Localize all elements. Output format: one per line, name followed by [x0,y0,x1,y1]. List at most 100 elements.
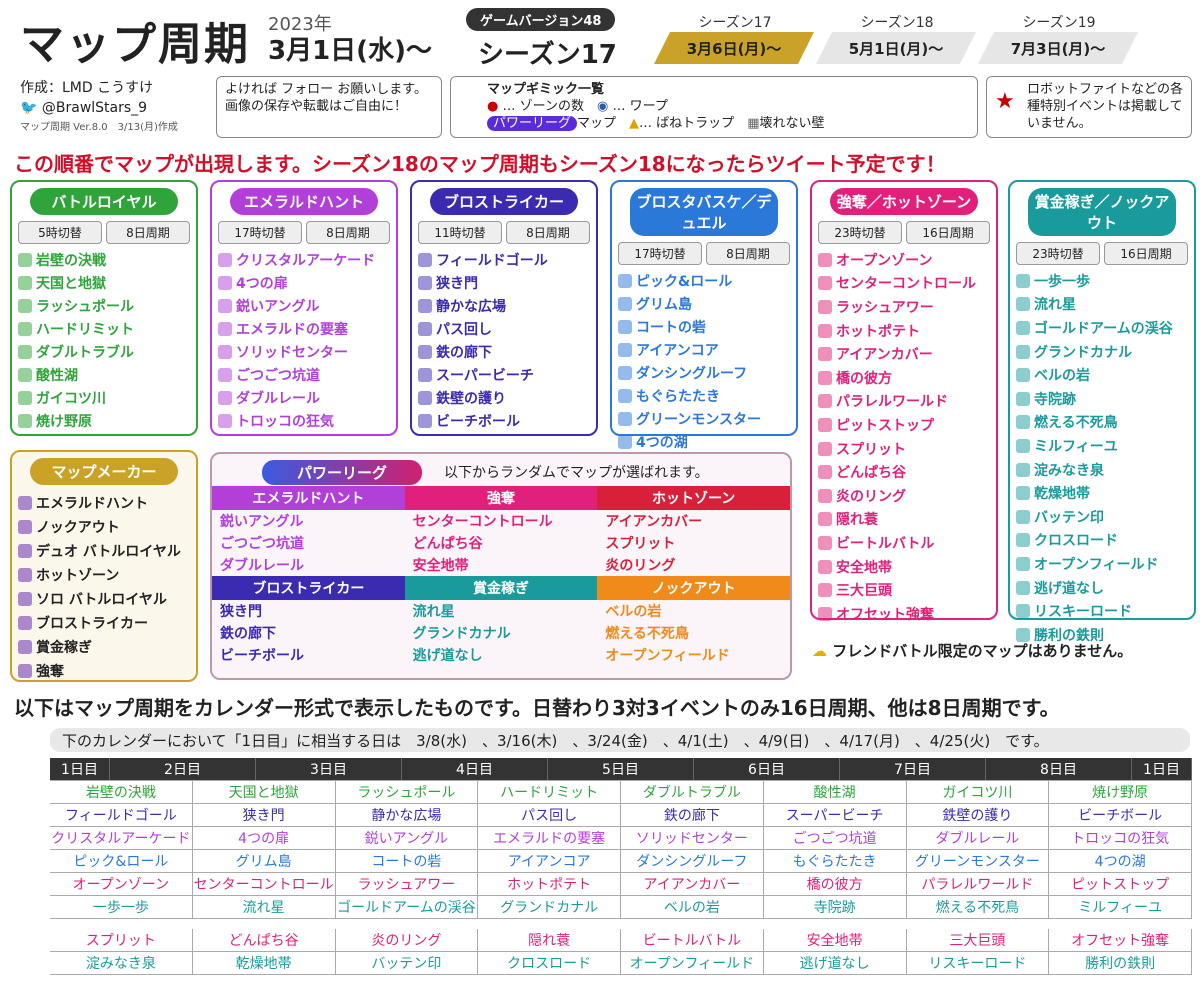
map-item: 天国と地獄 [18,271,190,294]
map-name: コートの砦 [636,319,706,336]
mapmaker-mode-name: 強奪 [36,664,64,680]
pl-map: グランドカナル [412,626,511,642]
mapmaker-panel: マップメーカー エメラルドハント ノックアウト デュオ バトルロイヤル ホットゾーンソ… [10,450,198,682]
twitter-handle[interactable]: 🐦 @BrawlStars_9 [20,98,178,118]
map-name: 一歩一歩 [1034,273,1090,290]
calendar-map: 天国と地獄 [193,781,336,803]
mode-icon [618,434,632,449]
pl-group: ホットゾーン アイアンカバー スプリット 炎のリング [597,486,790,576]
calendar-intro: 以下はマップ周期をカレンダー形式で表示したものです。日替わり3対3イベントのみ1… [14,696,1060,720]
map-name: ミルフィーユ [1034,438,1118,455]
mode-chips: 5時切替 8日周期 [18,221,190,244]
map-item: 4つの湖 [618,430,790,453]
switch-time: 5時切替 [18,221,102,244]
map-name: 焼け野原 [36,413,92,430]
mode-icon [1016,391,1030,406]
calendar-map: 乾燥地帯 [193,952,336,974]
pl-map: 狭き門 [220,604,262,620]
mapmaker-title: マップメーカー [30,458,178,485]
legend-wall: 壊れない壁 [759,116,825,131]
map-item: スプリット [818,437,990,461]
map-name: ホットポテト [836,323,920,340]
mode-icon [1016,580,1030,595]
mode-icon [418,252,432,267]
mode-icon [418,390,432,405]
mode-icon [818,512,832,527]
cycle-length: 16日周期 [1104,242,1188,265]
map-item: リスキーロード [1016,599,1188,623]
season-tab-label: シーズン19 [1022,15,1096,31]
calendar-row: 一歩一歩 流れ星 ゴールドアームの渓谷 グランドカナル ベルの岩 寺院跡 燃える不死鳥 ミルフ… [50,896,1192,919]
cycle-length: 8日周期 [506,221,590,244]
mode-icon [1016,344,1030,359]
map-item: 流れ星 [1016,293,1188,317]
map-item: 乾燥地帯 [1016,481,1188,505]
calendar-map: ダンシングルーフ [621,850,764,872]
calendar-map: グランドカナル [478,896,621,918]
map-item: ごつごつ坑道 [218,363,390,386]
mode-chips: 11時切替 8日周期 [418,221,590,244]
season-tab-label: シーズン18 [860,15,934,31]
legend-pl: パワーリーグ [487,116,578,131]
author: 作成：LMD こうすけ [20,80,154,96]
mode-panel: エメラルドハント 17時切替 8日周期 クリスタルアーケード 4つの扉 鋭いアングル エメラ… [210,180,398,436]
season-date: 5月1日(月)〜 [848,39,944,58]
mode-icon [418,275,432,290]
page-title: マップ周期 [20,19,250,70]
map-item: ピック&ロール [618,269,790,292]
season-tab-label: シーズン17 [698,15,772,31]
calendar-map: ラッシュポール [336,781,479,803]
mode-icon [18,390,32,405]
map-name: 静かな広場 [436,298,506,315]
mode-icon [218,275,232,290]
calendar-map: 淀みなき泉 [50,952,193,974]
calendar-map: ビーチボール [1049,804,1192,826]
map-item: ラッシュアワー [818,295,990,319]
friend-note: ☁ フレンドバトル限定のマップはありません。 [812,640,1132,661]
pl-map: ビーチボール [220,648,304,664]
mode-icon [1016,486,1030,501]
pl-map: センターコントロール [412,514,553,530]
map-name: ビーチボール [436,413,520,430]
map-name: どんぱち谷 [836,465,906,482]
map-item: 酸性湖 [18,363,190,386]
calendar-row: 淀みなき泉 乾燥地帯 バッテン印 クロスロード オープンフィールド 逃げ道なし リスキーロー… [50,952,1192,975]
calendar-note: 下のカレンダーにおいて「1日目」に相当する日は 3/8(水) 、3/16(木) … [50,728,1190,752]
calendar-map: アイアンコア [478,850,621,872]
map-item: アイアンカバー [818,342,990,366]
calendar-map: ソリッドセンター [621,827,764,849]
map-name: アイアンコア [636,342,719,359]
map-item: ベルの岩 [1016,363,1188,387]
mapmaker-mode-name: ノックアウト [36,520,120,536]
map-name: ソリッドセンター [236,344,348,361]
mode-icon [218,344,232,359]
pl-group-title: ブロストライカー [212,576,405,600]
mode-icon [618,296,632,311]
mode-icon [818,441,832,456]
calendar-map: グリーンモンスター [907,850,1050,872]
mode-icon [618,342,632,357]
calendar: 1日目 2日目 3日目 4日目 5日目 6日目 7日目 8日目 1日目 岩壁の決戦 天国と地獄 ラッ… [50,758,1192,975]
calendar-map: 鉄壁の護り [907,804,1050,826]
calendar-map: 焼け野原 [1049,781,1192,803]
mode-icon [1016,273,1030,288]
map-item: パラレルワールド [818,390,990,414]
mode-icon [1016,604,1030,619]
map-item: グリム島 [618,292,790,315]
map-item: 焼け野原 [18,409,190,432]
mode-icon [618,388,632,403]
map-item: ビーチボール [418,409,590,432]
mode-icon [18,568,32,582]
calendar-map: ピック&ロール [50,850,193,872]
twitter-icon: 🐦 [20,100,38,116]
map-name: 炎のリング [836,488,906,505]
wall-icon: ▦ [747,116,760,131]
switch-time: 11時切替 [418,221,502,244]
mode-title: 賞金稼ぎ／ノックアウト [1028,188,1176,236]
pl-map: 流れ星 [412,604,455,620]
pl-group-title: エメラルドハント [212,486,405,510]
mode-icon [1016,297,1030,312]
map-name: 流れ星 [1034,297,1076,314]
pl-group-title: ノックアウト [597,576,790,600]
pl-group-title: 強奪 [404,486,598,510]
